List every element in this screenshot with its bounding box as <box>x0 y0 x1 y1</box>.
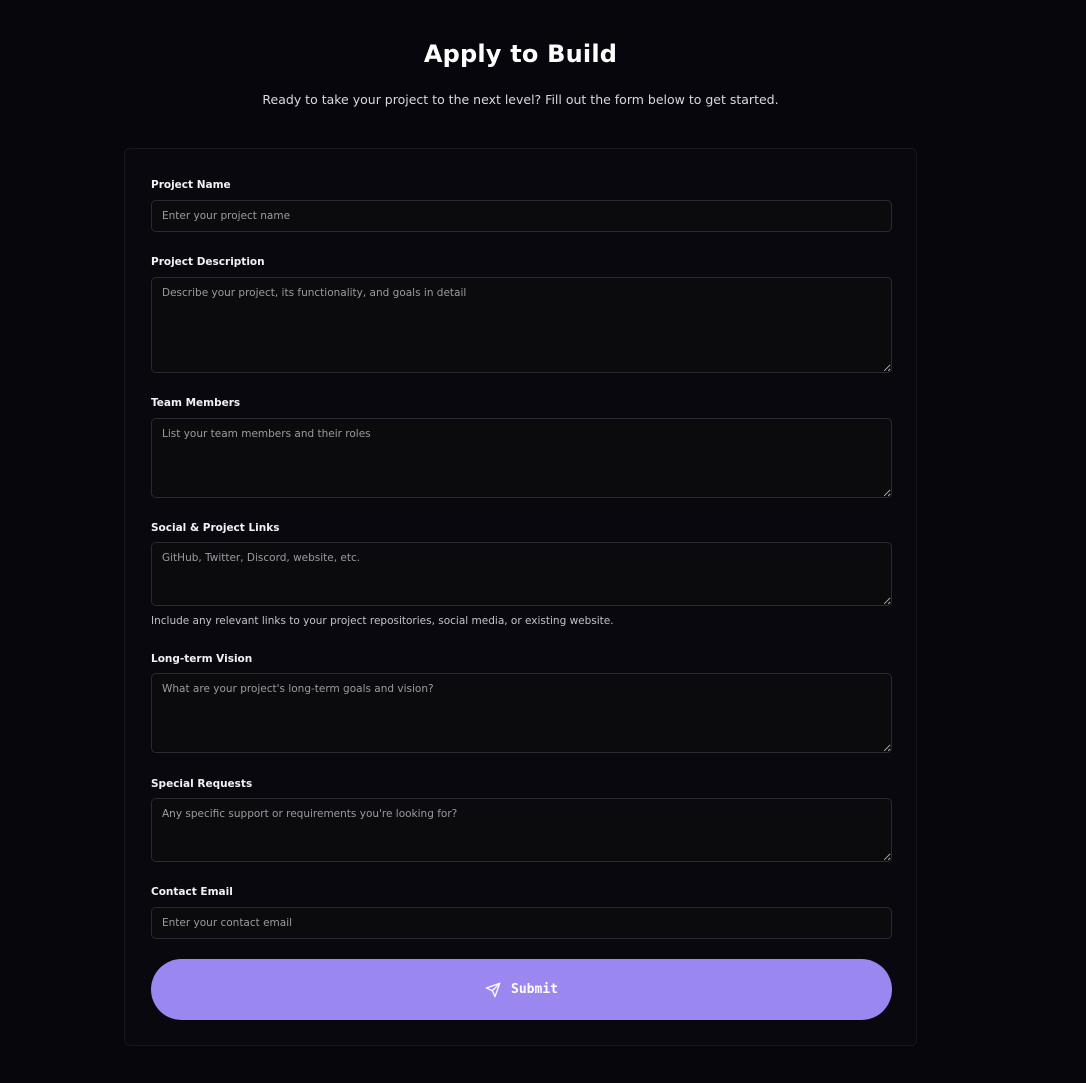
long-term-vision-label: Long-term Vision <box>151 653 253 665</box>
project-description-label: Project Description <box>151 256 265 268</box>
submit-button[interactable]: Submit <box>151 959 892 1020</box>
page-title: Apply to Build <box>423 40 618 68</box>
social-links-textarea[interactable] <box>151 542 892 606</box>
project-description-textarea[interactable] <box>151 277 892 373</box>
project-name-label: Project Name <box>151 179 231 191</box>
team-members-textarea[interactable] <box>151 418 892 498</box>
special-requests-label: Special Requests <box>151 778 253 790</box>
project-name-input[interactable] <box>151 200 892 232</box>
social-links-help-text: Include any relevant links to your proje… <box>151 615 614 627</box>
apply-page: Apply to Build Ready to take your projec… <box>0 0 1086 1083</box>
social-links-label: Social & Project Links <box>151 522 280 534</box>
special-requests-textarea[interactable] <box>151 798 892 862</box>
team-members-label: Team Members <box>151 397 241 409</box>
long-term-vision-textarea[interactable] <box>151 673 892 753</box>
page-subtitle: Ready to take your project to the next l… <box>262 92 779 107</box>
application-form: Project Name Project Description Team Me… <box>124 148 917 1046</box>
send-icon <box>485 982 501 998</box>
submit-label: Submit <box>511 982 558 997</box>
contact-email-input[interactable] <box>151 907 892 939</box>
contact-email-label: Contact Email <box>151 886 233 898</box>
